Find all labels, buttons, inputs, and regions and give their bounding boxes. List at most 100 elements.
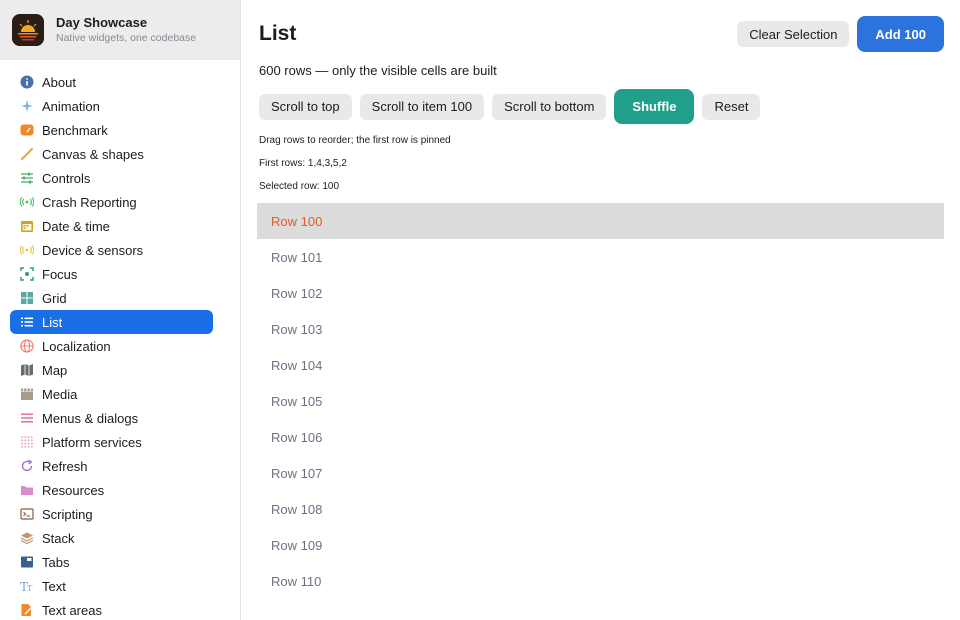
list-icon xyxy=(20,315,34,329)
sidebar-item-label: Map xyxy=(42,362,68,378)
sidebar-item-menus-dialogs[interactable]: Menus & dialogs xyxy=(10,406,213,430)
refresh-icon xyxy=(20,459,34,473)
sidebar-item-tabs[interactable]: Tabs xyxy=(10,550,213,574)
table-row[interactable]: Row 105 xyxy=(257,383,944,419)
scroll-to-top-button[interactable]: Scroll to top xyxy=(259,93,352,120)
list-summary: 600 rows — only the visible cells are bu… xyxy=(259,63,497,78)
svg-text:T: T xyxy=(27,584,33,593)
sidebar-item-scripting[interactable]: Scripting xyxy=(10,502,213,526)
grid-icon xyxy=(20,291,34,305)
stack-icon xyxy=(20,531,34,545)
sidebar-item-label: List xyxy=(42,314,63,330)
scroll-to-bottom-button[interactable]: Scroll to bottom xyxy=(492,93,607,120)
sidebar-nav: About Animation Benchmark Canvas & shapes Co… xyxy=(10,70,213,620)
sidebar-item-controls[interactable]: Controls xyxy=(10,166,213,190)
table-row[interactable]: Row 106 xyxy=(257,419,944,455)
table-row[interactable]: Row 109 xyxy=(257,527,944,563)
main-content: List Clear Selection Add 100 600 rows — … xyxy=(241,0,960,620)
table-row[interactable]: Row 101 xyxy=(257,239,944,275)
shuffle-button[interactable]: Shuffle xyxy=(614,89,695,124)
focus-icon xyxy=(20,267,34,281)
sidebar-item-media[interactable]: Media xyxy=(10,382,213,406)
sunset-logo-icon xyxy=(12,14,44,46)
sidebar-item-label: Scripting xyxy=(42,506,93,522)
app-title: Day Showcase xyxy=(56,15,148,30)
sidebar-item-refresh[interactable]: Refresh xyxy=(10,454,213,478)
drag-hint: Drag rows to reorder; the first row is p… xyxy=(259,135,451,146)
sidebar-item-label: Date & time xyxy=(42,218,110,234)
info-icon xyxy=(20,75,34,89)
menu-icon xyxy=(20,411,34,425)
sparkle-icon xyxy=(20,99,34,113)
sidebar-item-label: Menus & dialogs xyxy=(42,410,139,426)
sidebar-item-date-time[interactable]: Date & time xyxy=(10,214,213,238)
brand-header: Day Showcase Native widgets, one codebas… xyxy=(0,0,240,60)
sidebar-item-device-sensors[interactable]: Device & sensors xyxy=(10,238,213,262)
sidebar-item-animation[interactable]: Animation xyxy=(10,94,213,118)
text-icon: TT xyxy=(20,579,34,593)
globe-icon xyxy=(20,339,34,353)
sidebar-item-text[interactable]: T T Text xyxy=(10,574,213,598)
sliders-icon xyxy=(20,171,34,185)
sidebar-item-text-areas[interactable]: Text areas xyxy=(10,598,213,620)
sidebar-item-focus[interactable]: Focus xyxy=(10,262,213,286)
table-row[interactable]: Row 103 xyxy=(257,311,944,347)
table-row[interactable]: Row 102 xyxy=(257,275,944,311)
sidebar-item-label: Refresh xyxy=(42,458,88,474)
sidebar-item-label: Focus xyxy=(42,266,78,282)
dots-grid-icon xyxy=(20,435,34,449)
reset-button[interactable]: Reset xyxy=(702,93,761,120)
document-edit-icon xyxy=(20,603,34,617)
sidebar-item-canvas-shapes[interactable]: Canvas & shapes xyxy=(10,142,213,166)
sidebar-item-platform-services[interactable]: Platform services xyxy=(10,430,213,454)
sidebar-item-label: Tabs xyxy=(42,554,70,570)
calendar-icon xyxy=(20,219,34,233)
folder-icon xyxy=(20,483,34,497)
app-window: Day Showcase Native widgets, one codebas… xyxy=(0,0,960,620)
sidebar-item-label: Text xyxy=(42,578,66,594)
sidebar-item-stack[interactable]: Stack xyxy=(10,526,213,550)
selected-row-label: Selected row: 100 xyxy=(259,181,340,192)
add-100-button[interactable]: Add 100 xyxy=(857,16,944,52)
sidebar-item-label: Controls xyxy=(42,170,91,186)
sensor-icon xyxy=(20,243,34,257)
sidebar-item-label: Device & sensors xyxy=(42,242,144,258)
sidebar-item-crash-reporting[interactable]: Crash Reporting xyxy=(10,190,213,214)
broadcast-icon xyxy=(20,195,34,209)
sidebar-item-label: Media xyxy=(42,386,78,402)
table-row[interactable]: Row 100 xyxy=(257,203,944,239)
sidebar-item-localization[interactable]: Localization xyxy=(10,334,213,358)
sidebar-item-label: Animation xyxy=(42,98,100,114)
map-icon xyxy=(20,363,34,377)
sidebar-item-about[interactable]: About xyxy=(10,70,213,94)
table-row[interactable]: Row 110 xyxy=(257,563,944,599)
scroll-to-item-button[interactable]: Scroll to item 100 xyxy=(359,93,485,120)
sidebar-item-label: Stack xyxy=(42,530,75,546)
row-list[interactable]: Row 100 Row 101 Row 102 Row 103 Row 104 Row 1… xyxy=(257,203,944,599)
clapper-icon xyxy=(20,387,34,401)
tabs-icon xyxy=(20,555,34,569)
first-rows-label: First rows: 1,4,3,5,2 xyxy=(259,158,347,169)
list-controls: Scroll to top Scroll to item 100 Scroll … xyxy=(259,89,761,124)
sidebar-item-grid[interactable]: Grid xyxy=(10,286,213,310)
sidebar-item-label: Text areas xyxy=(42,602,102,618)
clear-selection-button[interactable]: Clear Selection xyxy=(737,21,850,47)
sidebar-item-label: Crash Reporting xyxy=(42,194,137,210)
sidebar-item-label: Resources xyxy=(42,482,105,498)
sidebar-item-label: About xyxy=(42,74,76,90)
table-row[interactable]: Row 104 xyxy=(257,347,944,383)
sidebar-item-map[interactable]: Map xyxy=(10,358,213,382)
page-title: List xyxy=(259,22,297,45)
sidebar: Day Showcase Native widgets, one codebas… xyxy=(0,0,241,620)
table-row[interactable]: Row 108 xyxy=(257,491,944,527)
sidebar-item-label: Platform services xyxy=(42,434,142,450)
sidebar-item-resources[interactable]: Resources xyxy=(10,478,213,502)
table-row[interactable]: Row 107 xyxy=(257,455,944,491)
sidebar-item-label: Benchmark xyxy=(42,122,108,138)
sidebar-item-list[interactable]: List xyxy=(10,310,213,334)
terminal-icon xyxy=(20,507,34,521)
sidebar-item-label: Canvas & shapes xyxy=(42,146,144,162)
sidebar-item-benchmark[interactable]: Benchmark xyxy=(10,118,213,142)
brush-icon xyxy=(20,147,34,161)
sidebar-item-label: Grid xyxy=(42,290,67,306)
